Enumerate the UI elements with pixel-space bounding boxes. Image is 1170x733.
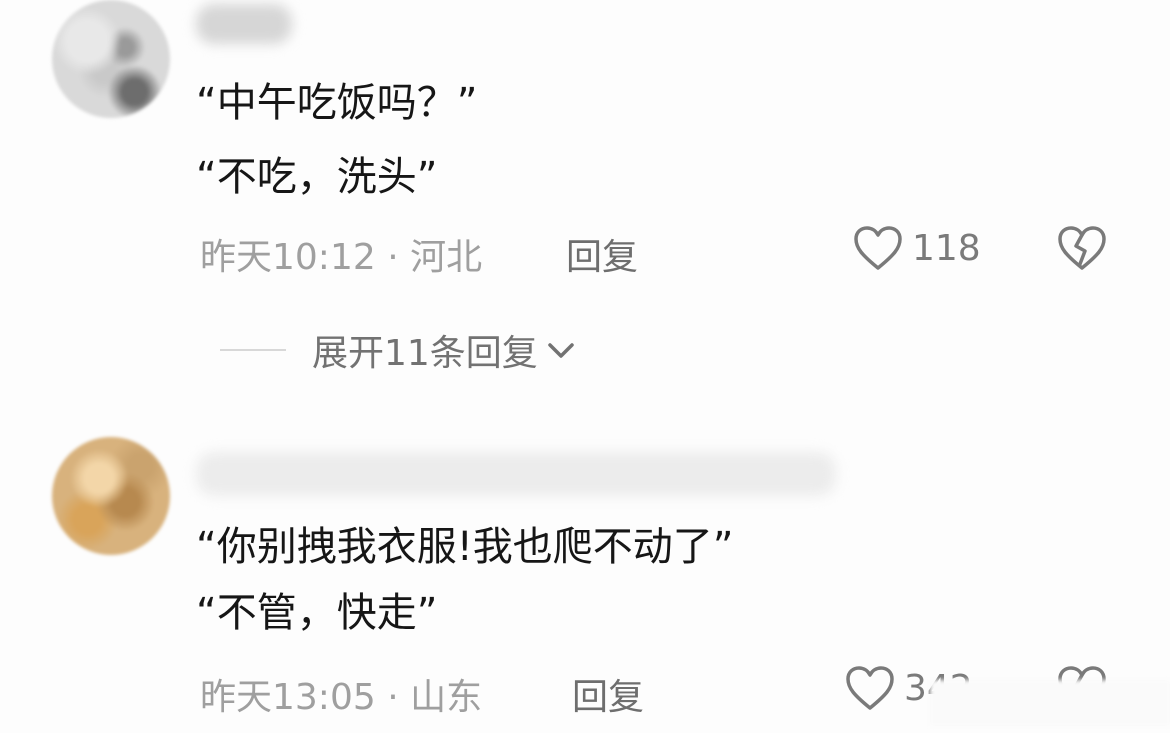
username-blurred[interactable]	[196, 4, 292, 44]
comment-meta: 昨天10:12 · 河北	[200, 237, 483, 278]
watermark-smudge	[930, 680, 1170, 726]
heart-outline-icon	[846, 666, 894, 710]
broken-heart-icon[interactable]	[1056, 224, 1108, 272]
avatar[interactable]	[52, 0, 170, 118]
divider	[220, 349, 286, 351]
chevron-down-icon	[548, 343, 574, 358]
reply-button[interactable]: 回复	[566, 228, 638, 280]
expand-replies-button[interactable]: 展开11条回复	[220, 324, 578, 376]
expand-replies-label: 展开11条回复	[312, 333, 538, 374]
heart-outline-icon	[854, 226, 902, 270]
comment-text-line2: “不管，快走”	[196, 590, 438, 636]
comment-text-line2: “不吃，洗头”	[196, 154, 438, 200]
like-button[interactable]: 118	[852, 224, 981, 272]
comment-meta: 昨天13:05 · 山东	[200, 677, 483, 718]
comment-text-line1: “你别拽我衣服!我也爬不动了”	[196, 524, 734, 570]
comment-text-line1: “中午吃饭吗？”	[196, 80, 478, 126]
reply-button[interactable]: 回复	[572, 668, 644, 720]
avatar[interactable]	[52, 437, 170, 555]
like-count: 118	[912, 227, 981, 269]
username-blurred[interactable]	[196, 452, 836, 496]
